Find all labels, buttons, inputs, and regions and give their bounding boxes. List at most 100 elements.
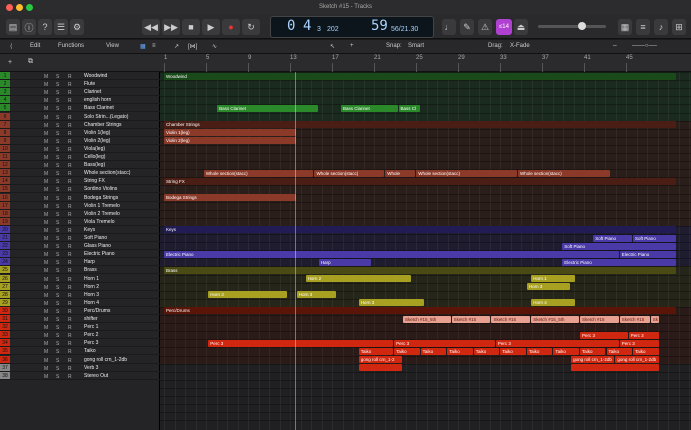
arrangement-area[interactable]: Woodwind Bass Clarinet Bass Clarinet Bass C… [160, 72, 691, 430]
track-header-row[interactable]: 30 M S R Perc/Drums [0, 306, 160, 315]
forward-button[interactable]: ▶▶ [162, 19, 180, 35]
track-header-row[interactable]: 14 M S R String FX [0, 177, 160, 186]
editor-icon[interactable]: ▦ [618, 19, 632, 35]
track-header-row[interactable]: 31 M S Rshifter [0, 315, 160, 324]
region[interactable]: Horn 3 [208, 291, 287, 299]
region[interactable]: Perc 3 [619, 339, 659, 347]
region[interactable]: Bass Clarinet [341, 104, 398, 112]
region[interactable]: Sketch #15 [619, 315, 650, 323]
lcd-display[interactable]: 0 4 3 202 59 56/21.30 [270, 16, 434, 38]
library-icon[interactable]: ▤ [6, 19, 20, 35]
solo-button[interactable]: S [56, 373, 59, 381]
region[interactable]: Horn 4 [531, 299, 575, 307]
region[interactable] [358, 364, 402, 372]
track-header-row[interactable]: 13 M S R Whole section(stacc) [0, 169, 160, 178]
region[interactable]: gong roll crn_1-2 [358, 356, 402, 363]
playhead[interactable] [295, 72, 296, 430]
track-header-row[interactable]: 4 M S Renglish horn [0, 96, 160, 105]
track-header-row[interactable]: 38 M S R Stereo Out [0, 371, 160, 381]
region[interactable]: Sketch #15_5th [402, 315, 451, 323]
help-icon[interactable]: ? [38, 19, 52, 35]
region[interactable]: Harp [318, 258, 371, 266]
region[interactable]: gong roll crn_1-2db [571, 356, 615, 363]
view-menu[interactable]: View [106, 43, 119, 49]
record-enable-button[interactable]: R [68, 373, 72, 381]
track-header-row[interactable]: 8 M S R Violin 1(leg) [0, 128, 160, 137]
region[interactable]: gong roll crn_1-2db [615, 356, 659, 363]
master-volume-slider[interactable] [538, 22, 606, 30]
region[interactable]: Taiko [579, 347, 606, 355]
mute-button[interactable]: M [44, 373, 48, 381]
mixer-icon[interactable]: ⚙ [70, 19, 84, 35]
info-icon[interactable]: ⓘ [22, 19, 36, 35]
region[interactable]: Horn 3 [296, 291, 336, 299]
region[interactable]: Sketch #15 [579, 315, 619, 323]
browser-icon[interactable]: ⊞ [672, 19, 686, 35]
track-header-row[interactable]: 3 M S R Clarinet [0, 88, 160, 97]
region[interactable]: Electric Piano [562, 258, 677, 266]
region[interactable]: Perc/Drums [164, 307, 677, 315]
track-header-row[interactable]: 33 M S R Perc 2 [0, 331, 160, 340]
snap-select[interactable]: Smart [408, 43, 424, 49]
track-header-row[interactable]: 5 M S R Bass Clarinet [0, 104, 160, 113]
edit-menu[interactable]: Edit [30, 43, 40, 49]
track-header-row[interactable]: 21 M S R Soft Piano [0, 234, 160, 243]
region[interactable]: Bass Cl [398, 104, 420, 112]
minimize-button[interactable] [16, 4, 23, 11]
region[interactable]: Soft Piano [562, 242, 677, 250]
zoom-button[interactable] [26, 4, 33, 11]
region[interactable]: Taiko [526, 347, 553, 355]
region[interactable]: Taiko [420, 347, 447, 355]
metronome-icon[interactable]: ⚠ [478, 19, 492, 35]
toolbar-icon[interactable]: ☰ [54, 19, 68, 35]
region[interactable]: Soft Piano [593, 234, 633, 242]
track-options-icon[interactable]: ⧉ [28, 58, 33, 66]
track-header-row[interactable]: 2 M S R Flute [0, 80, 160, 89]
region[interactable]: Perc 3 [394, 339, 495, 347]
bar-ruler[interactable]: 1 5 9 13 17 21 25 29 33 37 41 45 [160, 54, 691, 72]
track-header-row[interactable]: 24 M S R Harp [0, 258, 160, 267]
track-header-row[interactable]: 11 M S R Cello(leg) [0, 153, 160, 162]
region[interactable]: Taiko [606, 347, 633, 355]
region[interactable]: Perc 3 [579, 331, 628, 339]
catch-icon[interactable]: ↗ [174, 43, 179, 50]
close-button[interactable] [6, 4, 13, 11]
record-button[interactable]: ● [222, 19, 240, 35]
pointer-tool-icon[interactable]: ↖ [330, 43, 335, 50]
track-header-row[interactable]: 29 M S R Horn 4 [0, 298, 160, 307]
region[interactable]: Taiko [473, 347, 500, 355]
note-icon[interactable]: ♪ [654, 19, 668, 35]
play-button[interactable]: ▶ [202, 19, 220, 35]
region[interactable]: Taiko [447, 347, 473, 355]
track-header-row[interactable]: 18 M S R Violin 2 Tremelo [0, 209, 160, 218]
region[interactable]: Sketch #15_5th [531, 315, 579, 323]
region[interactable]: Sketch #15 [451, 315, 491, 323]
count-in-badge[interactable]: ≤14 [496, 19, 512, 35]
track-header-row[interactable]: 37 M S R Verb 3 [0, 363, 160, 372]
back-icon[interactable]: ⟨ [10, 43, 12, 50]
region[interactable]: Bass Clarinet [217, 104, 318, 112]
region[interactable]: Perc 3 [628, 331, 659, 339]
region[interactable]: Whole section(stacc) [314, 169, 385, 177]
region[interactable]: Taiko [633, 347, 659, 355]
grid-view-icon[interactable]: ▦ [140, 43, 146, 50]
track-header-row[interactable]: 25 M S R Brass [0, 266, 160, 275]
region[interactable]: Taiko [358, 347, 394, 355]
region[interactable]: String FX [164, 177, 677, 185]
list-icon[interactable]: ≡ [636, 19, 650, 35]
track-header-row[interactable]: 28 M S R Horn 3 [0, 290, 160, 299]
list-view-icon[interactable]: ≡ [152, 43, 156, 49]
region[interactable]: Horn 2 [305, 275, 411, 282]
track-header-row[interactable]: 22 M S R Glass Piano [0, 242, 160, 251]
track-header-row[interactable]: 32 M S R Perc 1 [0, 323, 160, 332]
functions-menu[interactable]: Functions [58, 43, 84, 49]
zoom-icon[interactable]: ⇔ [612, 43, 618, 49]
volume-knob[interactable] [578, 22, 586, 30]
track-header-row[interactable]: 9 M S R Violin 2(leg) [0, 136, 160, 145]
track-header-row[interactable]: 27 M S R Horn 2 [0, 282, 160, 291]
region[interactable]: Soft Piano [633, 234, 677, 242]
track-header-row[interactable]: 23 M S R Electric Piano [0, 250, 160, 259]
add-track-icon[interactable]: + [8, 59, 12, 66]
region[interactable]: Whole section(stacc) [518, 169, 610, 177]
region[interactable]: Bodega Strings [164, 194, 296, 201]
